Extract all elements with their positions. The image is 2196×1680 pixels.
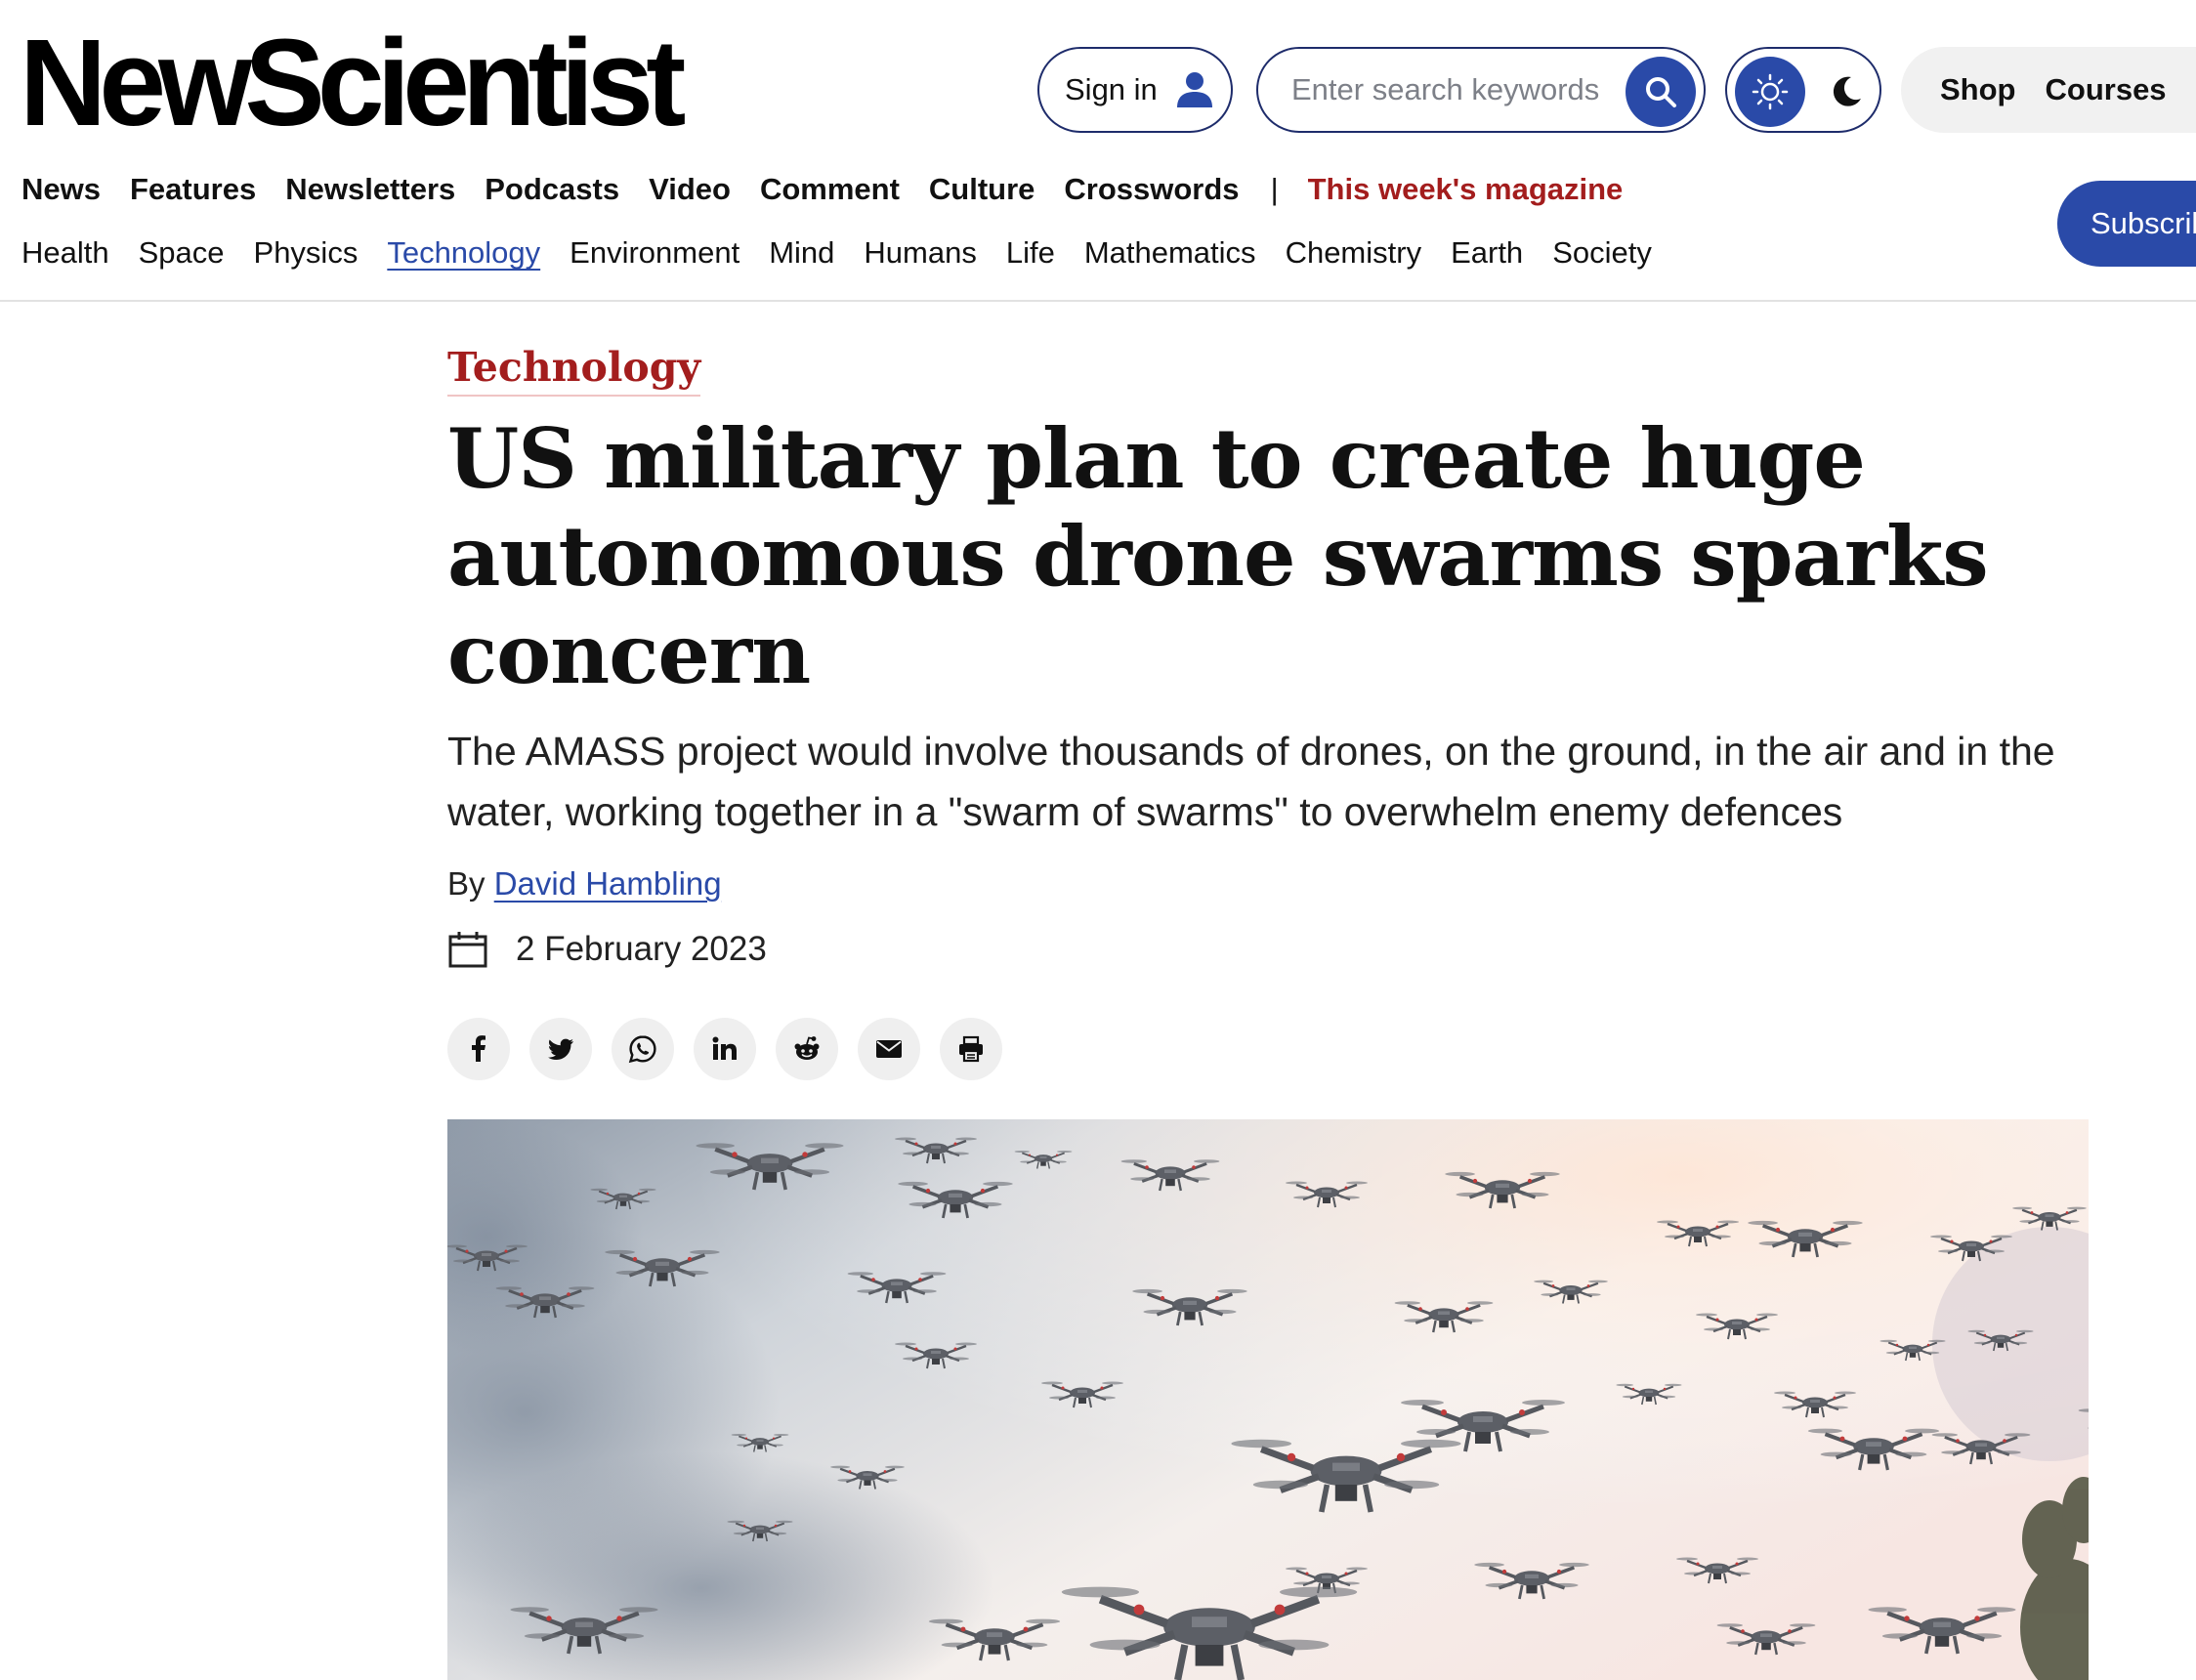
shop-link[interactable]: Shop [1940,72,2016,107]
byline-prefix: By [447,865,486,902]
article-standfirst: The AMASS project would involve thousand… [447,729,2055,834]
whatsapp-icon [628,1035,656,1064]
facebook-icon [472,1035,486,1062]
topic-humans[interactable]: Humans [864,235,976,271]
header-divider [0,300,2196,302]
search-input[interactable] [1289,71,1616,108]
nav-item-features[interactable]: Features [130,172,256,207]
topic-space[interactable]: Space [139,235,225,271]
topic-mind[interactable]: Mind [769,235,834,271]
topic-health[interactable]: Health [21,235,109,271]
search-icon [1646,77,1676,107]
courses-link[interactable]: Courses [2046,72,2167,107]
primary-nav: News Features Newsletters Podcasts Video… [21,172,1623,207]
topic-life[interactable]: Life [1006,235,1055,271]
nav-item-podcasts[interactable]: Podcasts [485,172,619,207]
nav-divider: | [1270,172,1279,206]
subscribe-button[interactable]: Subscrib [2057,181,2196,267]
nav-item-crosswords[interactable]: Crosswords [1064,172,1239,207]
article-section-link[interactable]: Technology [447,344,701,397]
sign-in-button[interactable]: Sign in [1037,47,1233,133]
topic-earth[interactable]: Earth [1451,235,1523,271]
author-link[interactable]: David Hambling [494,865,722,902]
nav-item-comment[interactable]: Comment [760,172,900,207]
article-headline: US military plan to create huge autonomo… [447,410,1989,702]
share-facebook-button[interactable] [447,1018,510,1080]
calendar-icon [448,932,487,968]
share-email-button[interactable] [858,1018,920,1080]
publish-date-text: 2 February 2023 [516,930,767,968]
nav-item-culture[interactable]: Culture [929,172,1035,207]
moon-icon [1833,76,1861,106]
article-hero-image [447,1119,2089,1680]
light-mode-button[interactable] [1735,57,1805,127]
topic-environment[interactable]: Environment [570,235,739,271]
reddit-icon [794,1036,820,1060]
topic-nav: Health Space Physics Technology Environm… [21,235,1681,271]
search-bar [1256,47,1706,133]
theme-toggle [1725,47,1881,133]
nav-item-this-weeks-magazine[interactable]: This week's magazine [1308,172,1624,207]
sign-in-label: Sign in [1065,72,1158,106]
publish-date: 2 February 2023 [447,930,767,969]
topic-society[interactable]: Society [1552,235,1652,271]
user-icon [1176,72,1212,107]
share-whatsapp-button[interactable] [612,1018,674,1080]
topic-chemistry[interactable]: Chemistry [1286,235,1422,271]
share-buttons [447,1018,1002,1080]
share-twitter-button[interactable] [529,1018,592,1080]
search-button[interactable] [1626,57,1696,127]
site-logo[interactable]: NewScientist [20,21,686,145]
print-button[interactable] [940,1018,1002,1080]
sun-icon [1752,73,1789,110]
nav-item-news[interactable]: News [21,172,101,207]
dark-mode-button[interactable] [1819,64,1874,119]
share-reddit-button[interactable] [776,1018,838,1080]
topic-physics[interactable]: Physics [254,235,359,271]
share-linkedin-button[interactable] [694,1018,756,1080]
shop-links: Shop Courses E [1901,47,2196,133]
linkedin-icon [712,1036,737,1060]
byline: By David Hambling [447,865,722,903]
print-icon [959,1035,983,1063]
topic-mathematics[interactable]: Mathematics [1084,235,1256,271]
nav-item-video[interactable]: Video [649,172,731,207]
twitter-icon [548,1038,573,1060]
topic-technology[interactable]: Technology [387,235,540,271]
email-icon [876,1040,902,1058]
nav-item-newsletters[interactable]: Newsletters [285,172,455,207]
